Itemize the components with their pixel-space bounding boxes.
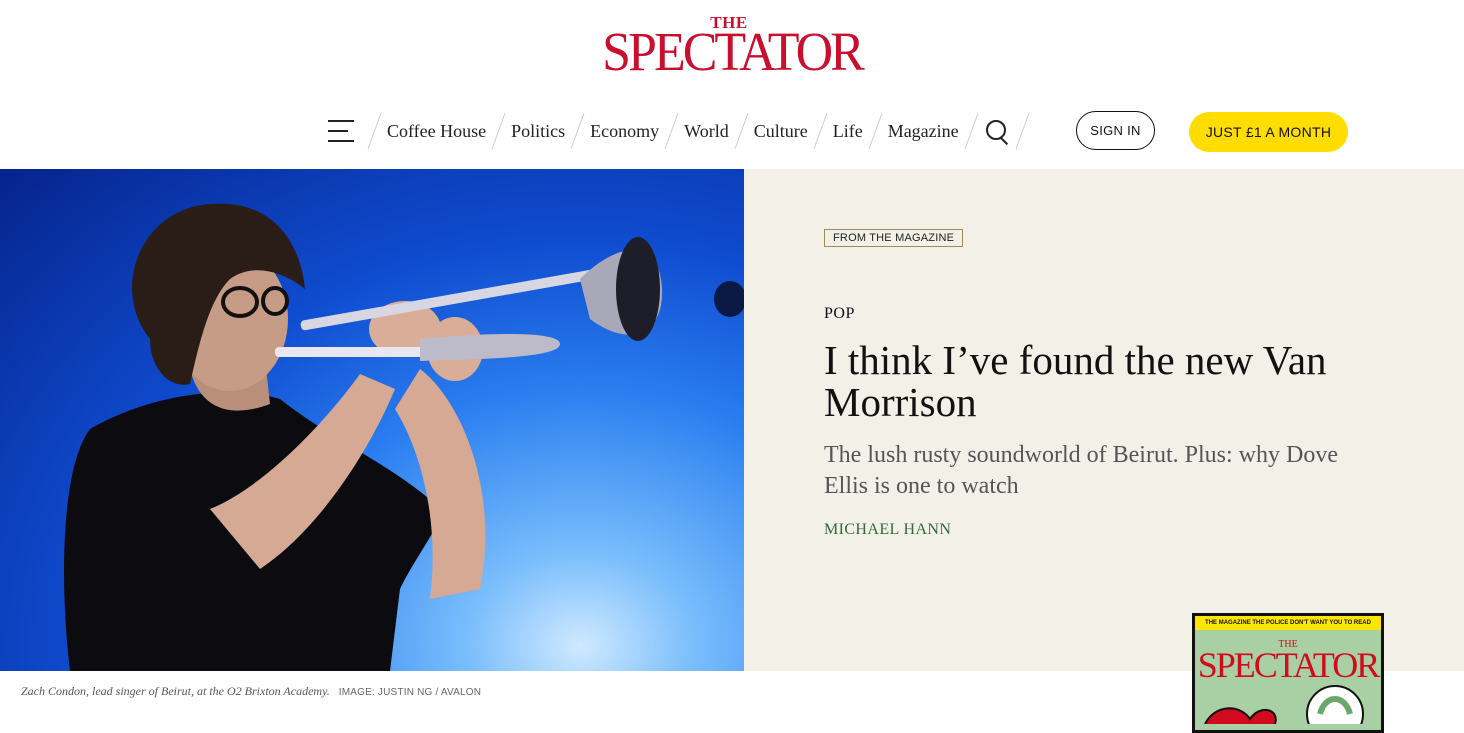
nav-divider (964, 112, 979, 150)
main-nav: Coffee House Politics Economy World Cult… (328, 108, 1035, 154)
logo-wordmark: SPECTATOR (602, 22, 865, 83)
author-link[interactable]: MICHAEL HANN (824, 521, 951, 539)
nav-divider (570, 112, 585, 150)
subscribe-button[interactable]: JUST £1 A MONTH (1189, 112, 1348, 152)
nav-world[interactable]: World (684, 121, 729, 142)
nav-divider (367, 112, 382, 150)
caption-credit: IMAGE: JUSTIN NG / AVALON (338, 687, 482, 698)
cover-strapline: THE MAGAZINE THE POLICE DON'T WANT YOU T… (1195, 616, 1381, 630)
nav-coffee-house[interactable]: Coffee House (387, 121, 486, 142)
nav-divider (1015, 112, 1030, 150)
article-panel: FROM THE MAGAZINE POP I think I’ve found… (744, 169, 1464, 671)
article-standfirst: The lush rusty soundworld of Beirut. Plu… (824, 442, 1338, 499)
site-logo[interactable]: THE SPECTATOR (0, 14, 1464, 83)
nav-divider (491, 112, 506, 150)
caption-description: Zach Condon, lead singer of Beirut, at t… (21, 684, 330, 698)
cover-title: SPECTATOR (1197, 645, 1381, 685)
nav-life[interactable]: Life (833, 121, 863, 142)
from-the-magazine-tag[interactable]: FROM THE MAGAZINE (824, 229, 964, 247)
magazine-cover[interactable]: THE MAGAZINE THE POLICE DON'T WANT YOU T… (1192, 613, 1384, 733)
article-headline[interactable]: I think I’ve found the new Van Morrison (824, 339, 1384, 423)
nav-divider (868, 112, 883, 150)
nav-divider (664, 112, 679, 150)
image-caption: Zach Condon, lead singer of Beirut, at t… (21, 684, 481, 699)
menu-icon[interactable] (328, 120, 354, 142)
nav-divider (813, 112, 828, 150)
nav-economy[interactable]: Economy (590, 121, 659, 142)
search-icon[interactable] (984, 118, 1010, 146)
nav-divider (734, 112, 749, 150)
sign-in-button[interactable]: SIGN IN (1076, 111, 1155, 150)
nav-politics[interactable]: Politics (511, 121, 565, 142)
nav-magazine[interactable]: Magazine (888, 121, 959, 142)
cover-wordmark: THE SPECTATOR (1195, 640, 1381, 684)
section-label[interactable]: POP (824, 305, 855, 323)
hero-image (0, 169, 744, 671)
nav-culture[interactable]: Culture (754, 121, 808, 142)
cover-illustration (1204, 685, 1364, 724)
